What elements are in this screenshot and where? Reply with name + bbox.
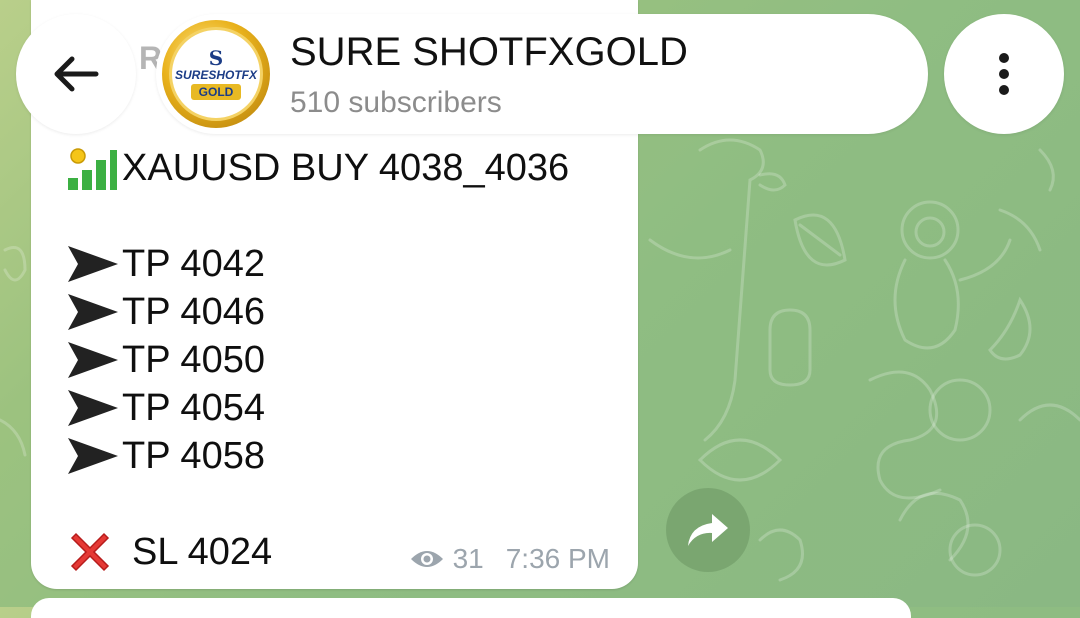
eye-icon (410, 551, 443, 567)
avatar-symbol: S (208, 45, 224, 70)
channel-avatar[interactable]: S SURESHOTFX GOLD (162, 20, 270, 128)
message-meta: 31 7:36 PM (409, 543, 610, 575)
back-button[interactable] (16, 14, 136, 134)
more-options-button[interactable] (944, 14, 1064, 134)
take-profit-line: TP 4058 (66, 436, 265, 476)
avatar-brand-text: SURESHOTFX (174, 67, 257, 82)
next-message-bubble[interactable] (31, 598, 911, 618)
stop-loss-line: SL 4024 (66, 528, 272, 576)
take-profit-line: TP 4054 (66, 388, 265, 428)
avatar-gold-text: GOLD (190, 84, 242, 101)
message-time: 7:36 PM (505, 543, 610, 574)
channel-header[interactable]: S SURESHOTFX GOLD SURE SHOTFXGOLD 510 su… (156, 14, 928, 134)
signal-bars-icon (68, 148, 117, 190)
arrow-right-icon (68, 246, 118, 282)
stop-loss-text: SL 4024 (132, 530, 273, 573)
channel-title: SURE SHOTFXGOLD (290, 30, 688, 74)
avatar-logo: S SURESHOTFX GOLD (169, 27, 263, 121)
view-count: 31 (452, 543, 484, 574)
arrow-right-icon (68, 390, 118, 426)
share-arrow-icon (688, 514, 728, 546)
take-profit-line: TP 4042 (66, 244, 265, 284)
take-profit-line: TP 4046 (66, 292, 265, 332)
arrow-right-icon (68, 342, 118, 378)
forward-button[interactable] (666, 488, 750, 572)
subscriber-count: 510 subscribers (290, 86, 502, 119)
more-vert-icon (999, 53, 1009, 95)
take-profit-text: TP 4042 (122, 243, 265, 285)
arrow-left-icon (54, 56, 99, 92)
take-profit-text: TP 4046 (122, 291, 265, 333)
take-profit-text: TP 4050 (122, 339, 265, 381)
arrow-right-icon (68, 294, 118, 330)
take-profit-line: TP 4050 (66, 340, 265, 380)
signal-line: XAUUSD BUY 4038_4036 (66, 146, 569, 190)
take-profit-text: TP 4054 (122, 387, 265, 429)
arrow-right-icon (68, 438, 118, 474)
signal-text: XAUUSD BUY 4038_4036 (122, 147, 570, 189)
take-profit-text: TP 4058 (122, 435, 265, 477)
cross-mark-icon (70, 532, 110, 572)
